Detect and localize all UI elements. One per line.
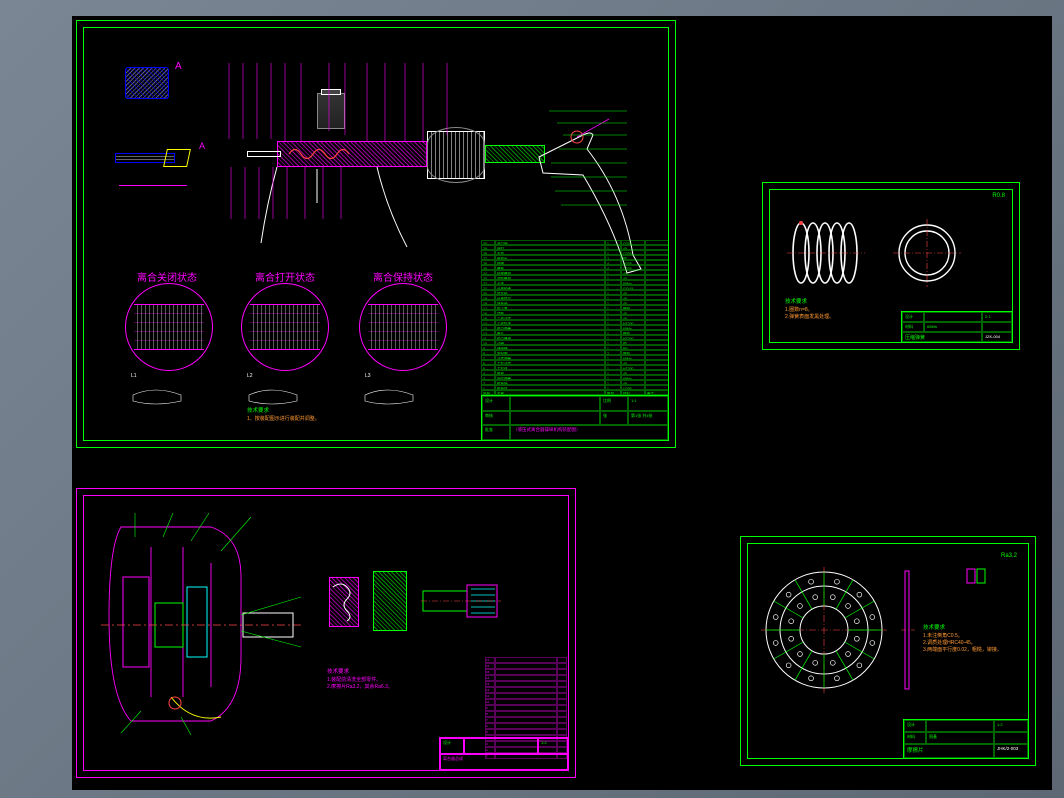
tech-req-header: 技术要求 bbox=[247, 408, 320, 416]
disc-front-view bbox=[759, 565, 889, 695]
tb-sheet-label: 张 bbox=[600, 411, 628, 426]
tb-designer: 设计 bbox=[482, 396, 510, 411]
sheet-friction-disc: Ra3.2 技术要求 1.未注倒角C0.5。 2.调质处理HRC40-45。 3… bbox=[740, 536, 1036, 766]
tb-scale: 1:1 bbox=[628, 396, 668, 411]
tb-sheet: 第1张 共4张 bbox=[628, 411, 668, 426]
tb-name: 离合器总成 bbox=[440, 754, 568, 770]
state-label-open: 离合打开状态 bbox=[255, 269, 315, 284]
tech-requirements-s3: 技术要求 1.装配前清洗全部零件。 2.摩擦片Ra3.2，其余Ra6.3。 bbox=[327, 669, 393, 691]
tb-no: JZK-004 bbox=[982, 332, 1012, 342]
tech-req-2: 2.摩擦片Ra3.2，其余Ra6.3。 bbox=[327, 684, 393, 691]
spring-end-view bbox=[891, 217, 963, 289]
disc-side-view bbox=[901, 565, 915, 695]
state-circle-hold bbox=[359, 283, 447, 371]
state-label-hold: 离合保持状态 bbox=[373, 269, 433, 284]
aux-view-2 bbox=[373, 571, 407, 631]
tech-requirements-s4: 技术要求 1.未注倒角C0.5。 2.调质处理HRC40-45。 3.两端面平行… bbox=[923, 625, 1019, 654]
tb-drawing-name: （液压式离合器操纵机构装配图） bbox=[510, 425, 668, 440]
spring-front-view bbox=[787, 213, 867, 293]
leader-lines-right bbox=[547, 105, 633, 225]
state-circle-closed bbox=[125, 283, 213, 371]
tech-req-1: 1.未注倒角C0.5。 bbox=[923, 633, 1019, 640]
title-block-s2: 设计2:1 材料65Mn 压缩弹簧 JZK-004 bbox=[901, 311, 1013, 343]
disc-detail bbox=[961, 561, 991, 591]
tb-checker: 审核 bbox=[482, 411, 510, 426]
sheet-assembly-main: A A bbox=[76, 20, 676, 448]
tb-scale: 1:2 bbox=[538, 738, 568, 754]
tb-name: 压缩弹簧 bbox=[902, 332, 982, 342]
tech-req-line-1: 1、按装配图示进行装配并调整。 bbox=[247, 416, 320, 423]
tb-no: JHK/2-003 bbox=[994, 744, 1028, 758]
title-block-s3: 设计1:2 离合器总成 bbox=[439, 737, 569, 771]
tb-name: 摩擦片 bbox=[904, 744, 994, 758]
tech-req-1: 1.圈数n=8。 bbox=[785, 307, 834, 314]
title-block-s1: 设计 比例 1:1 审核 张 第1张 共4张 批准 （液压式离合器操纵机构装配图… bbox=[481, 395, 669, 441]
bom-table: 30开口销1Q23529销钉14528支架1Q23527管接头2铜26垫圈4Q2… bbox=[481, 240, 669, 395]
section-detail-a: A bbox=[125, 67, 169, 99]
clutch-section-view bbox=[91, 507, 311, 737]
state-label-closed: 离合关闭状态 bbox=[137, 269, 197, 284]
main-assembly-view bbox=[217, 55, 637, 255]
state-circle-open bbox=[241, 283, 329, 371]
tb-material: 铜基 bbox=[926, 732, 994, 744]
section-label-a2: A bbox=[199, 141, 205, 151]
tech-req-header: 技术要求 bbox=[923, 625, 1019, 633]
section-label-a: A bbox=[175, 61, 182, 72]
tech-req-header: 技术要求 bbox=[785, 299, 834, 307]
cad-model-space[interactable]: A A bbox=[72, 16, 1052, 790]
leader-lines-top bbox=[217, 55, 537, 147]
tech-req-3: 3.两端面平行度0.02，粗糙，铆接。 bbox=[923, 647, 1019, 654]
title-block-s4: 设计1:2 材料铜基 摩擦片 JHK/2-003 bbox=[903, 719, 1029, 759]
tb-approve: 批准 bbox=[482, 425, 510, 440]
tech-req-header: 技术要求 bbox=[327, 669, 393, 677]
disc-surface: Ra3.2 bbox=[1001, 553, 1017, 559]
tech-requirements-s1: 技术要求 1、按装配图示进行装配并调整。 bbox=[247, 408, 320, 423]
fork-aux-views bbox=[125, 379, 455, 409]
tb-scale: 2:1 bbox=[982, 312, 1012, 322]
tech-req-1: 1.装配前清洗全部零件。 bbox=[327, 677, 393, 684]
sheet-spring: R0.8 技术要求 1.圈数n=8。 2.弹簧表面发黑处理。 bbox=[762, 182, 1020, 350]
sheet-clutch-assembly: 技术要求 1.装配前清洗全部零件。 2.摩擦片Ra3.2，其余Ra6.3。 17… bbox=[76, 488, 576, 778]
surface-finish: R0.8 bbox=[992, 193, 1005, 199]
aux-view-3 bbox=[421, 575, 501, 627]
tb-scale-label: 比例 bbox=[600, 396, 628, 411]
tech-req-2: 2.调质处理HRC40-45。 bbox=[923, 640, 1019, 647]
linkage-detail: A bbox=[115, 141, 195, 187]
bom-table-s3: 1716151413121110987654321 bbox=[485, 657, 567, 737]
tech-requirements-s2: 技术要求 1.圈数n=8。 2.弹簧表面发黑处理。 bbox=[785, 299, 834, 321]
tb-scale: 1:2 bbox=[994, 720, 1028, 732]
tb-material: 65Mn bbox=[924, 322, 982, 332]
tech-req-2: 2.弹簧表面发黑处理。 bbox=[785, 314, 834, 321]
